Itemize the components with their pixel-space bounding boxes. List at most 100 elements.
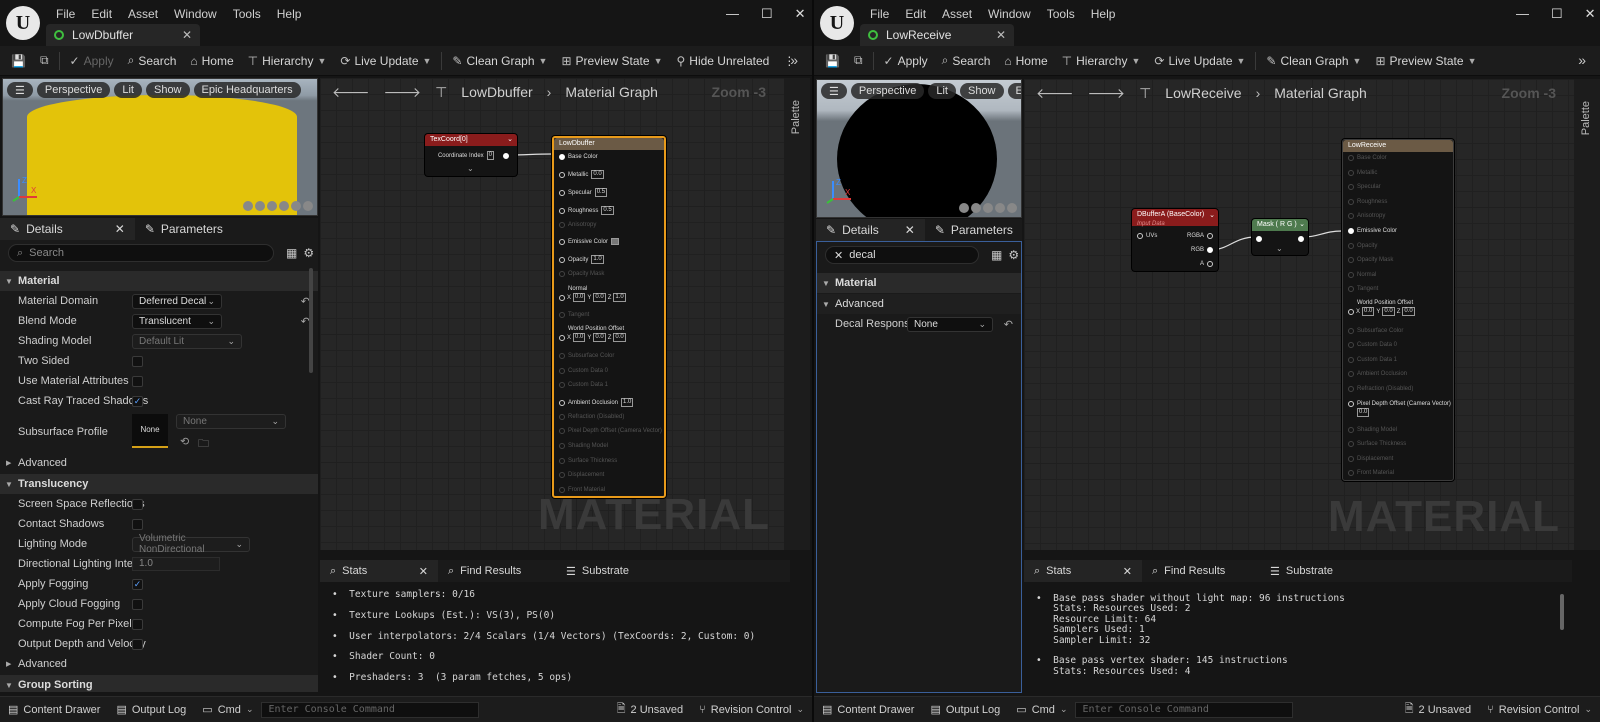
pin-ambient-occlusion[interactable]: Ambient Occlusion 1.0	[559, 398, 634, 407]
menu-edit[interactable]: Edit	[83, 5, 120, 23]
pin-surface-thickness[interactable]: Surface Thickness	[1348, 441, 1406, 447]
asset-tab[interactable]: LowDbuffer ✕	[46, 24, 200, 46]
mask-input-pin[interactable]	[1256, 236, 1262, 242]
cast-rt-checkbox[interactable]: ✓	[132, 395, 143, 407]
tab-stats[interactable]: ⌕ Stats ✕	[320, 560, 438, 582]
section-advanced[interactable]: Advanced	[0, 453, 318, 473]
home-button[interactable]: ⌂ Home	[183, 46, 240, 76]
viewport-menu-icon[interactable]: ☰	[7, 82, 33, 98]
pin-refraction[interactable]: Refraction (Disabled)	[559, 414, 624, 420]
mask-output-pin[interactable]	[1298, 236, 1304, 242]
show-button[interactable]: Show	[959, 83, 1004, 99]
live-update-button[interactable]: ⟳ Live Update ▼	[333, 46, 438, 76]
table-view-icon[interactable]: ▦	[991, 248, 1002, 262]
unreal-logo-icon[interactable]: U	[6, 6, 40, 40]
pin-custom-data-1[interactable]: Custom Data 1	[559, 382, 608, 388]
environment-button[interactable]: E	[1007, 83, 1021, 99]
pin-specular[interactable]: Specular	[1348, 184, 1381, 190]
back-arrow-icon[interactable]: 🡐	[1036, 85, 1074, 102]
revision-control-button[interactable]: ⑂ Revision Control ⌄	[691, 704, 812, 716]
pin-front-material[interactable]: Front Material	[559, 487, 605, 493]
menu-file[interactable]: File	[48, 5, 83, 23]
pin-tangent[interactable]: Tangent	[559, 312, 589, 318]
dbuffer-node[interactable]: DBufferA (BaseColor) Input Data ⌄ UVs RGB…	[1132, 209, 1218, 271]
pin-anisotropy[interactable]: Anisotropy	[559, 222, 596, 228]
stats-scrollbar[interactable]	[1560, 594, 1564, 630]
pin-roughness[interactable]: Roughness	[1348, 199, 1387, 205]
use-selected-icon[interactable]: ⟲	[180, 435, 189, 448]
hide-unrelated-button[interactable]: ⚲ Hide Unrelated	[669, 46, 776, 76]
normal-x[interactable]: 0.0	[573, 293, 586, 302]
output-log-button[interactable]: ▤ Output Log	[922, 703, 1008, 717]
subsurface-dropdown[interactable]: None ⌄	[176, 414, 286, 429]
unreal-logo-icon[interactable]: U	[820, 6, 854, 40]
reset-icon[interactable]: ↶	[1004, 318, 1013, 331]
wpo-x[interactable]: 0.0	[1362, 307, 1375, 316]
pin-normal[interactable]: Normal	[1348, 272, 1376, 278]
tab-find-results[interactable]: ⌕ Find Results	[438, 560, 556, 582]
lit-button[interactable]: Lit	[114, 82, 142, 98]
wpo-y[interactable]: 0.0	[593, 333, 606, 342]
pin-ambient-occlusion[interactable]: Ambient Occlusion	[1348, 371, 1407, 377]
perspective-button[interactable]: Perspective	[36, 82, 111, 98]
pin-subsurface-color[interactable]: Subsurface Color	[559, 353, 614, 359]
section-advanced[interactable]: Advanced	[817, 294, 1021, 314]
material-output-node[interactable]: LowReceive Base Color Metallic Specular …	[1342, 139, 1454, 481]
lit-button[interactable]: Lit	[928, 83, 956, 99]
content-drawer-button[interactable]: ▤ Content Drawer	[814, 703, 922, 717]
preview-shape-buttons[interactable]	[243, 201, 313, 211]
hierarchy-button[interactable]: ⊤ Hierarchy ▼	[1055, 46, 1148, 76]
pin-specular[interactable]: Specular 0.5	[559, 188, 608, 197]
pin-metallic[interactable]: Metallic 0.0	[559, 170, 604, 179]
revision-control-button[interactable]: ⑂ Revision Control ⌄	[1479, 704, 1600, 716]
close-window-button[interactable]: ✕	[795, 6, 806, 22]
pin-wpo[interactable]: World Position Offset X 0.0 Y 0.0 Z 0.0	[559, 326, 626, 342]
pin-tangent[interactable]: Tangent	[1348, 286, 1378, 292]
apply-button[interactable]: ✓ Apply	[63, 46, 121, 76]
shading-model-dropdown[interactable]: Default Lit ⌄	[132, 333, 242, 349]
output-log-button[interactable]: ▤ Output Log	[108, 703, 194, 717]
menu-tools[interactable]: Tools	[1039, 5, 1083, 23]
tab-substrate[interactable]: ☰ Substrate	[556, 560, 674, 582]
environment-button[interactable]: Epic Headquarters	[193, 82, 301, 98]
palette-sidebar[interactable]: Palette	[784, 78, 810, 550]
pin-rgba[interactable]: RGBA	[1187, 233, 1213, 239]
pin-value[interactable]: 0.0	[1357, 408, 1370, 417]
toolbar-overflow-icon[interactable]: »	[790, 52, 798, 68]
pin-front-material[interactable]: Front Material	[1348, 470, 1394, 476]
output-depth-checkbox[interactable]	[132, 638, 143, 650]
wpo-z[interactable]: 0.0	[1402, 307, 1415, 316]
expand-chevron-icon[interactable]: ⌄	[1276, 244, 1283, 253]
use-attrs-checkbox[interactable]	[132, 375, 143, 387]
menu-file[interactable]: File	[862, 5, 897, 23]
minimize-button[interactable]: —	[726, 6, 739, 22]
close-tab-icon[interactable]: ✕	[182, 28, 192, 42]
unsaved-button[interactable]: 🗎 2 Unsaved	[609, 700, 691, 719]
details-search-input[interactable]: ⌕ Search	[8, 244, 274, 262]
close-tab-icon[interactable]: ✕	[996, 28, 1006, 42]
material-graph[interactable]: 🡐 🡒 ⊤ LowDbuffer › Material Graph Zoom -…	[320, 78, 810, 550]
pin-opacity[interactable]: Opacity 1.0	[559, 255, 604, 264]
emissive-swatch[interactable]	[611, 238, 620, 245]
home-button[interactable]: ⌂ Home	[997, 46, 1054, 76]
save-button[interactable]: 💾	[4, 46, 33, 76]
material-domain-dropdown[interactable]: Deferred Decal ⌄	[132, 293, 222, 309]
asset-tab[interactable]: LowReceive ✕	[860, 24, 1014, 46]
show-button[interactable]: Show	[145, 82, 190, 98]
live-update-button[interactable]: ⟳ Live Update ▼	[1147, 46, 1252, 76]
category-material[interactable]: Material	[0, 271, 318, 291]
pin-value[interactable]: 1.0	[591, 255, 604, 264]
category-material[interactable]: Material	[817, 273, 1021, 293]
pin-opacity[interactable]: Opacity	[1348, 243, 1377, 249]
wpo-x[interactable]: 0.0	[573, 333, 586, 342]
viewport-menu-icon[interactable]: ☰	[821, 83, 847, 99]
menu-asset[interactable]: Asset	[120, 5, 166, 23]
expand-chevron-icon[interactable]: ⌄	[467, 164, 474, 173]
pin-value[interactable]: 0.5	[601, 206, 614, 215]
pin-emissive[interactable]: Emissive Color	[1348, 228, 1397, 234]
tab-substrate[interactable]: ☰ Substrate	[1260, 560, 1378, 582]
pin-shading-model[interactable]: Shading Model	[1348, 427, 1397, 433]
pin-custom-data-0[interactable]: Custom Data 0	[559, 368, 608, 374]
cmd-dropdown[interactable]: ▭ Cmd ⌄	[1008, 703, 1075, 717]
breadcrumb-asset[interactable]: LowDbuffer	[461, 84, 532, 100]
